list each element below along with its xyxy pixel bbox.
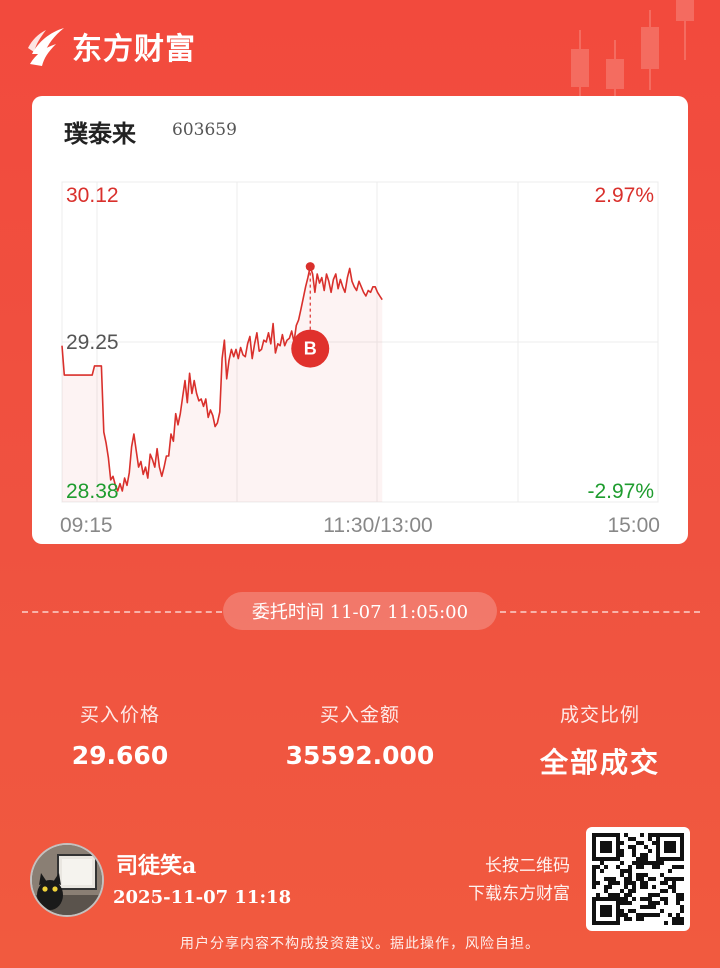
qr-hint: 长按二维码 下载东方财富 [430, 852, 570, 908]
brand-name: 东方财富 [72, 32, 196, 67]
brand-header: 东方财富 [26, 24, 196, 68]
stat-fill-ratio: 成交比例 全部成交 [490, 700, 710, 781]
y-tick-top: 30.12 [66, 184, 119, 207]
pct-tick-top: 2.97% [594, 184, 654, 207]
stat-value: 全部成交 [539, 746, 660, 779]
stat-buy-amount: 买入金额 35592.000 [250, 700, 470, 770]
dashed-line-left [22, 611, 222, 613]
x-tick-midday: 11:30/13:00 [323, 514, 432, 537]
stat-value: 35592.000 [285, 741, 435, 770]
qr-code-icon[interactable] [586, 827, 690, 931]
share-timestamp: 2025-11-07 11:18 [113, 887, 292, 908]
x-tick-close: 15:00 [607, 514, 660, 537]
order-time-pill: 委托时间 11-07 11:05:00 [223, 592, 497, 630]
qr-hint-line2: 下载东方财富 [468, 884, 570, 904]
eastmoney-logo-icon [28, 28, 64, 66]
stat-label: 成交比例 [559, 704, 640, 726]
stat-value: 29.660 [71, 741, 169, 770]
y-tick-mid: 29.25 [66, 331, 119, 354]
user-name: 司徒笑a [116, 853, 197, 879]
order-time-divider: 委托时间 11-07 11:05:00 [0, 592, 720, 632]
stat-buy-price: 买入价格 29.660 [10, 700, 230, 770]
qr-hint-line1: 长按二维码 [485, 856, 570, 876]
dashed-line-right [500, 611, 700, 613]
pct-tick-bottom: -2.97% [587, 480, 654, 503]
intraday-chart: B 30.12 29.25 28.38 2.97% -2.97% 09:15 1… [60, 181, 660, 537]
stat-label: 买入价格 [79, 704, 160, 726]
buy-marker-point [305, 262, 315, 272]
cat-avatar-icon [30, 843, 104, 917]
disclaimer: 用户分享内容不构成投资建议。据此操作，风险自担。 [180, 936, 540, 952]
y-tick-bottom: 28.38 [66, 480, 119, 503]
x-tick-open: 09:15 [60, 514, 113, 537]
buy-marker-label: B [304, 339, 317, 359]
stat-label: 买入金额 [319, 704, 400, 726]
stock-chart-card: 璞泰来 603659 B 30.12 29.25 28.38 2.97% -2.… [32, 96, 688, 544]
